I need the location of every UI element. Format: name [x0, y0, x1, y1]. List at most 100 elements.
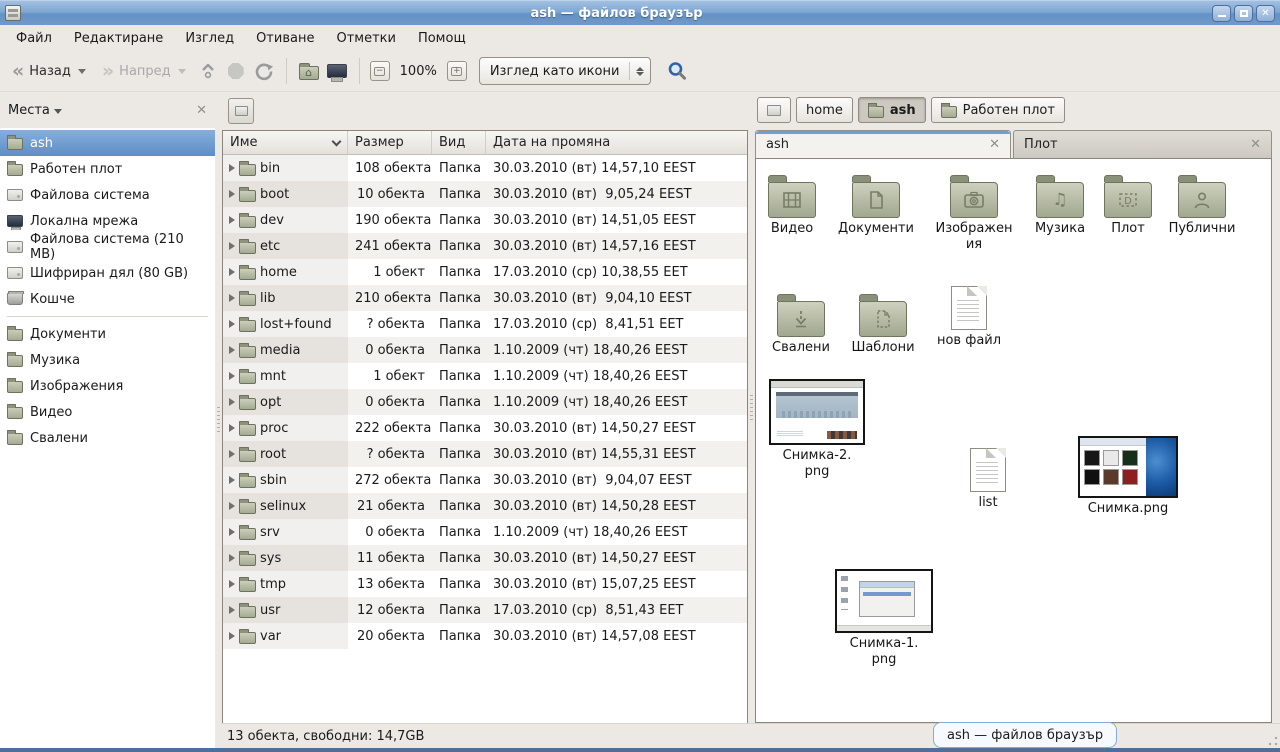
- image-item-snimka-2[interactable]: Снимка-2. png: [762, 379, 872, 481]
- tab-ash[interactable]: ash ✕: [755, 130, 1011, 158]
- table-row[interactable]: srv 0 обекта Папка 1.10.2009 (чт) 18,40,…: [223, 519, 747, 545]
- breadcrumb-home-button[interactable]: home: [796, 97, 853, 123]
- close-button[interactable]: ✕: [1256, 5, 1275, 22]
- expander-icon[interactable]: [229, 606, 235, 614]
- expander-icon[interactable]: [229, 216, 235, 224]
- back-button[interactable]: « Назад: [6, 60, 92, 83]
- expander-icon[interactable]: [229, 476, 235, 484]
- table-row[interactable]: home 1 обект Папка 17.03.2010 (ср) 10,38…: [223, 259, 747, 285]
- table-row[interactable]: tmp 13 обекта Папка 30.03.2010 (вт) 15,0…: [223, 571, 747, 597]
- folder-item-downloads[interactable]: Свалени: [764, 292, 838, 356]
- sidebar-item[interactable]: Изображения: [0, 373, 215, 399]
- table-row[interactable]: etc 241 обекта Папка 30.03.2010 (вт) 14,…: [223, 233, 747, 259]
- up-button[interactable]: [196, 59, 220, 83]
- folder-item-desktop[interactable]: D Плот: [1093, 173, 1163, 237]
- menu-edit[interactable]: Редактиране: [64, 28, 173, 49]
- menu-file[interactable]: Файл: [6, 28, 62, 49]
- expander-icon[interactable]: [229, 398, 235, 406]
- folder-item-video[interactable]: Видео: [757, 173, 827, 237]
- menu-view[interactable]: Изглед: [175, 28, 244, 49]
- zoom-out-button[interactable]: −: [370, 61, 390, 81]
- expander-icon[interactable]: [229, 372, 235, 380]
- table-row[interactable]: var 20 обекта Папка 30.03.2010 (вт) 14,5…: [223, 623, 747, 649]
- folder-item-templates[interactable]: Шаблони: [846, 292, 920, 356]
- table-row[interactable]: sbin 272 обекта Папка 30.03.2010 (вт) 9,…: [223, 467, 747, 493]
- table-row[interactable]: opt 0 обекта Папка 1.10.2009 (чт) 18,40,…: [223, 389, 747, 415]
- table-row[interactable]: usr 12 обекта Папка 17.03.2010 (ср) 8,51…: [223, 597, 747, 623]
- column-header-size[interactable]: Размер: [348, 131, 432, 154]
- tab-plot[interactable]: Плот ✕: [1013, 130, 1272, 158]
- table-row[interactable]: bin 108 обекта Папка 30.03.2010 (вт) 14,…: [223, 155, 747, 181]
- sidebar-item[interactable]: [0, 312, 215, 321]
- sidebar-item[interactable]: ash: [0, 130, 215, 156]
- expander-icon[interactable]: [229, 450, 235, 458]
- folder-item-documents[interactable]: Документи: [833, 173, 919, 237]
- breadcrumb-ash-button[interactable]: ash: [858, 97, 926, 123]
- sidebar-item[interactable]: Кошче: [0, 286, 215, 312]
- image-item-snimka-1[interactable]: Снимка-1. png: [829, 569, 939, 669]
- titlebar[interactable]: ash — файлов браузър ✕: [0, 0, 1280, 25]
- table-row[interactable]: media 0 обекта Папка 1.10.2009 (чт) 18,4…: [223, 337, 747, 363]
- maximize-button[interactable]: [1234, 5, 1253, 22]
- minimize-button[interactable]: [1212, 5, 1231, 22]
- sidebar-item[interactable]: Свалени: [0, 425, 215, 451]
- image-item-snimka[interactable]: Снимка.png: [1073, 436, 1183, 517]
- expander-icon[interactable]: [229, 554, 235, 562]
- tab-close-icon[interactable]: ✕: [1250, 137, 1261, 152]
- tab-close-icon[interactable]: ✕: [989, 137, 1000, 152]
- sidebar-item[interactable]: Документи: [0, 321, 215, 347]
- back-dropdown-icon[interactable]: [78, 69, 86, 74]
- pane-resize-handle[interactable]: [215, 92, 222, 748]
- sidebar-item[interactable]: Файлова система (210 MB): [0, 234, 215, 260]
- expander-icon[interactable]: [229, 502, 235, 510]
- table-row[interactable]: selinux 21 обекта Папка 30.03.2010 (вт) …: [223, 493, 747, 519]
- sidebar-item[interactable]: Локална мрежа: [0, 208, 215, 234]
- expander-icon[interactable]: [229, 242, 235, 250]
- file-item-new-file[interactable]: нов файл: [931, 286, 1007, 349]
- table-row[interactable]: sys 11 обекта Папка 30.03.2010 (вт) 14,5…: [223, 545, 747, 571]
- expander-icon[interactable]: [229, 632, 235, 640]
- computer-button[interactable]: [325, 59, 349, 83]
- sidebar-item[interactable]: Шифриран дял (80 GB): [0, 260, 215, 286]
- sidebar-item[interactable]: Работен плот: [0, 156, 215, 182]
- view-mode-select[interactable]: Изглед като икони: [479, 57, 651, 85]
- table-row[interactable]: root ? обекта Папка 30.03.2010 (вт) 14,5…: [223, 441, 747, 467]
- folder-item-public[interactable]: Публични: [1162, 173, 1242, 237]
- root-location-button[interactable]: [228, 98, 254, 124]
- table-row[interactable]: boot 10 обекта Папка 30.03.2010 (вт) 9,0…: [223, 181, 747, 207]
- menu-bookmarks[interactable]: Отметки: [326, 28, 405, 49]
- column-header-date[interactable]: Дата на промяна: [486, 131, 747, 154]
- table-row[interactable]: dev 190 обекта Папка 30.03.2010 (вт) 14,…: [223, 207, 747, 233]
- table-row[interactable]: mnt 1 обект Папка 1.10.2009 (чт) 18,40,2…: [223, 363, 747, 389]
- table-row[interactable]: lib 210 обекта Папка 30.03.2010 (вт) 9,0…: [223, 285, 747, 311]
- folder-item-music[interactable]: ♫ Музика: [1025, 173, 1095, 237]
- table-row[interactable]: lost+found ? обекта Папка 17.03.2010 (ср…: [223, 311, 747, 337]
- expander-icon[interactable]: [229, 424, 235, 432]
- table-row[interactable]: proc 222 обекта Папка 30.03.2010 (вт) 14…: [223, 415, 747, 441]
- expander-icon[interactable]: [229, 190, 235, 198]
- expander-icon[interactable]: [229, 164, 235, 172]
- forward-button[interactable]: » Напред: [96, 60, 192, 83]
- expander-icon[interactable]: [229, 580, 235, 588]
- sidebar-item[interactable]: Файлова система: [0, 182, 215, 208]
- expander-icon[interactable]: [229, 346, 235, 354]
- reload-button[interactable]: [252, 59, 276, 83]
- folder-item-pictures[interactable]: Изображен ия: [931, 173, 1017, 254]
- expander-icon[interactable]: [229, 528, 235, 536]
- sidebar-item[interactable]: Видео: [0, 399, 215, 425]
- expander-icon[interactable]: [229, 268, 235, 276]
- sidebar-title[interactable]: Места: [8, 103, 50, 118]
- breadcrumb-desktop-button[interactable]: Работен плот: [931, 97, 1065, 123]
- sidebar-close-icon[interactable]: ✕: [196, 103, 207, 118]
- search-button[interactable]: [665, 59, 689, 83]
- home-button[interactable]: ⌂: [297, 59, 321, 83]
- menu-go[interactable]: Отиване: [246, 28, 324, 49]
- menu-help[interactable]: Помощ: [408, 28, 476, 49]
- column-header-type[interactable]: Вид: [432, 131, 486, 154]
- column-header-name[interactable]: Име: [223, 131, 348, 154]
- pane-resize-handle[interactable]: [748, 92, 755, 723]
- zoom-in-button[interactable]: +: [447, 61, 467, 81]
- expander-icon[interactable]: [229, 294, 235, 302]
- sidebar-title-dropdown-icon[interactable]: [54, 109, 62, 114]
- expander-icon[interactable]: [229, 320, 235, 328]
